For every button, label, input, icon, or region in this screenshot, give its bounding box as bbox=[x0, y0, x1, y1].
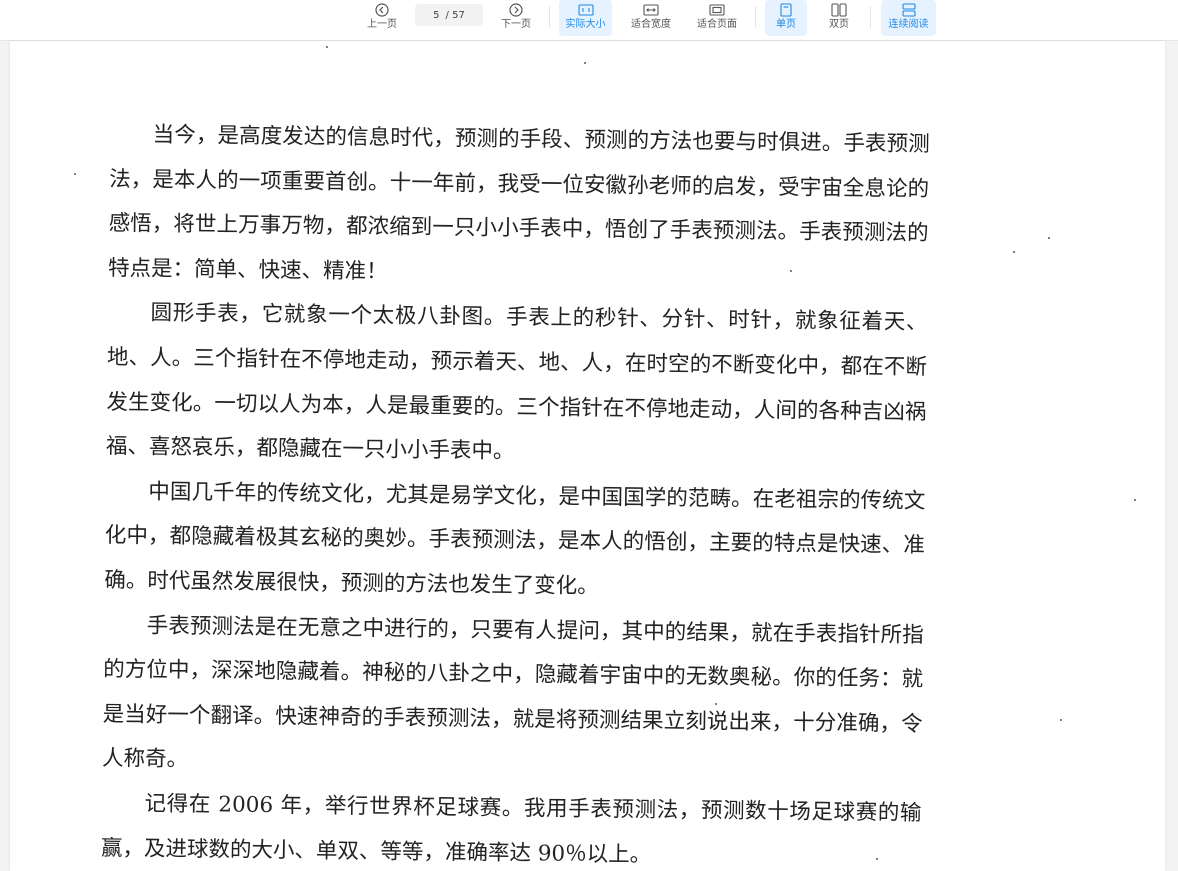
fit-page-label: 适合页面 bbox=[697, 19, 737, 30]
continuous-reading-icon bbox=[901, 1, 916, 19]
paragraph: 记得在 2006 年，举行世界杯足球赛。我用手表预测法，预测数十场足球赛的输赢，… bbox=[100, 791, 922, 868]
scan-speck bbox=[584, 62, 586, 64]
prev-page-button[interactable]: 上一页 bbox=[362, 0, 402, 36]
scanned-text-body: 当今，是高度发达的信息时代，预测的手段、预测的方法也要与时俱进。手表预测法，是本… bbox=[101, 113, 930, 871]
single-page-button[interactable]: 单页 bbox=[765, 0, 807, 36]
double-page-button[interactable]: 双页 bbox=[818, 0, 860, 36]
document-viewer[interactable]: 当今，是高度发达的信息时代，预测的手段、预测的方法也要与时俱进。手表预测法，是本… bbox=[0, 41, 1178, 871]
viewer-toolbar: 上一页 5 / 57 下一页 实际大小 适合宽度 适合页面 单页 双页 连续阅读 bbox=[0, 0, 1178, 41]
next-page-label: 下一页 bbox=[501, 19, 531, 30]
scan-speck bbox=[74, 173, 76, 175]
fit-page-button[interactable]: 适合页面 bbox=[690, 0, 744, 36]
paragraph: 当今，是高度发达的信息时代，预测的手段、预测的方法也要与时俱进。手表预测法，是本… bbox=[107, 122, 930, 285]
fit-width-icon bbox=[643, 1, 659, 19]
scan-speck bbox=[1134, 499, 1136, 501]
toolbar-divider bbox=[870, 6, 871, 28]
scan-speck bbox=[1048, 237, 1050, 239]
page-number-box[interactable]: 5 / 57 bbox=[415, 4, 483, 26]
paragraph: 圆形手表，它就象一个太极八卦图。手表上的秒针、分针、时针，就象征着天、地、人。三… bbox=[105, 300, 928, 465]
scan-speck bbox=[1013, 251, 1015, 253]
chevron-left-circle-icon bbox=[375, 1, 389, 19]
single-page-icon bbox=[780, 1, 792, 19]
double-page-icon bbox=[831, 1, 847, 19]
scan-speck bbox=[326, 46, 328, 48]
current-page-input[interactable]: 5 bbox=[433, 10, 439, 21]
actual-size-icon bbox=[577, 1, 594, 19]
total-pages: / 57 bbox=[445, 9, 465, 21]
double-page-label: 双页 bbox=[829, 19, 849, 30]
chevron-right-circle-icon bbox=[509, 1, 523, 19]
fit-page-icon bbox=[709, 1, 725, 19]
next-page-button[interactable]: 下一页 bbox=[496, 0, 536, 36]
fit-width-label: 适合宽度 bbox=[631, 19, 671, 30]
continuous-reading-button[interactable]: 连续阅读 bbox=[881, 0, 936, 36]
paragraph: 中国几千年的传统文化，尤其是易学文化，是中国国学的范畴。在老祖宗的传统文化中，都… bbox=[104, 479, 926, 599]
toolbar-divider bbox=[549, 6, 550, 28]
scan-speck bbox=[1060, 719, 1062, 721]
document-page: 当今，是高度发达的信息时代，预测的手段、预测的方法也要与时俱进。手表预测法，是本… bbox=[10, 41, 1165, 871]
toolbar-divider bbox=[755, 6, 756, 28]
prev-page-label: 上一页 bbox=[367, 19, 397, 30]
continuous-reading-label: 连续阅读 bbox=[888, 19, 929, 30]
actual-size-button[interactable]: 实际大小 bbox=[559, 0, 612, 36]
actual-size-label: 实际大小 bbox=[565, 19, 606, 30]
paragraph: 手表预测法是在无意之中进行的，只要有人提问，其中的结果，就在手表指针所指的方位中… bbox=[101, 613, 924, 773]
fit-width-button[interactable]: 适合宽度 bbox=[624, 0, 678, 36]
single-page-label: 单页 bbox=[776, 19, 796, 30]
